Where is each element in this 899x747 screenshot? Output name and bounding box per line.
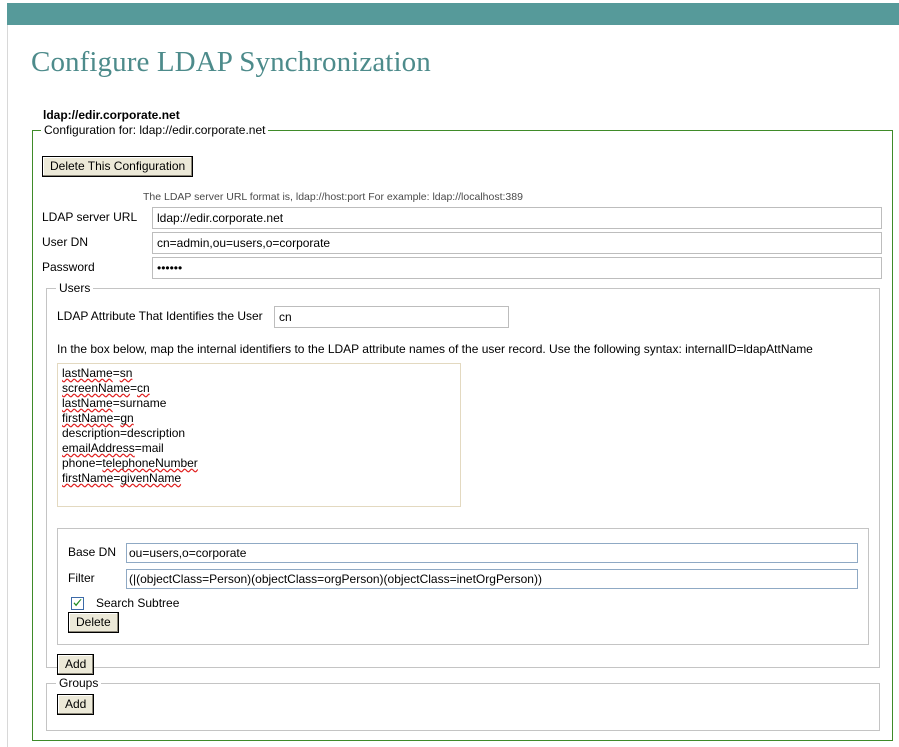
filter-input[interactable] xyxy=(126,569,858,589)
configuration-fieldset-legend: Configuration for: ldap://edir.corporate… xyxy=(41,123,268,137)
mapping-line: lastName=surname xyxy=(62,396,456,411)
mapping-line: firstName=gn xyxy=(62,411,456,426)
user-search-box: Base DN Filter Search Subtree Delete xyxy=(57,528,869,645)
filter-row: Filter xyxy=(68,569,858,589)
base-dn-input[interactable] xyxy=(126,543,858,563)
mapping-help-text: In the box below, map the internal ident… xyxy=(57,342,813,356)
mapping-line: firstName=givenName xyxy=(62,471,456,486)
server-url-label: LDAP server URL xyxy=(42,210,146,224)
user-dn-row: User DN xyxy=(42,232,882,254)
groups-fieldset-legend: Groups xyxy=(56,676,101,690)
add-user-search-button[interactable]: Add xyxy=(57,654,94,675)
server-url-input[interactable] xyxy=(152,207,882,229)
groups-fieldset: Groups Add xyxy=(46,683,880,731)
server-url-row: LDAP server URL xyxy=(42,207,882,229)
mapping-line: screenName=cn xyxy=(62,381,456,396)
page-title: Configure LDAP Synchronization xyxy=(31,46,431,79)
add-group-button[interactable]: Add xyxy=(57,694,94,715)
delete-configuration-button[interactable]: Delete This Configuration xyxy=(42,156,193,177)
url-format-note: The LDAP server URL format is, ldap://ho… xyxy=(143,191,523,203)
configuration-fieldset: Configuration for: ldap://edir.corporate… xyxy=(32,130,893,741)
base-dn-row: Base DN xyxy=(68,543,858,563)
search-subtree-checkbox[interactable] xyxy=(71,597,84,610)
page-left-rule xyxy=(7,25,8,747)
users-fieldset: Users LDAP Attribute That Identifies the… xyxy=(46,288,880,668)
user-identifier-attribute-input[interactable] xyxy=(274,306,509,328)
user-dn-input[interactable] xyxy=(152,232,882,254)
user-dn-label: User DN xyxy=(42,235,146,249)
user-mapping-textarea[interactable]: lastName=snscreenName=cnlastName=surname… xyxy=(57,363,461,507)
mapping-line: phone=telephoneNumber xyxy=(62,456,456,471)
delete-user-search-button[interactable]: Delete xyxy=(68,612,119,633)
filter-label: Filter xyxy=(68,571,130,585)
password-row: Password xyxy=(42,257,882,279)
configuration-url-heading: ldap://edir.corporate.net xyxy=(43,108,180,122)
mapping-line: description=description xyxy=(62,426,456,441)
password-input[interactable] xyxy=(152,257,882,279)
search-subtree-label: Search Subtree xyxy=(96,596,179,610)
base-dn-label: Base DN xyxy=(68,545,130,559)
mapping-line: emailAddress=mail xyxy=(62,441,456,456)
mapping-line: lastName=sn xyxy=(62,366,456,381)
password-label: Password xyxy=(42,260,146,274)
user-identifier-attribute-label: LDAP Attribute That Identifies the User xyxy=(57,309,263,323)
users-fieldset-legend: Users xyxy=(56,281,93,295)
top-banner xyxy=(7,3,899,25)
